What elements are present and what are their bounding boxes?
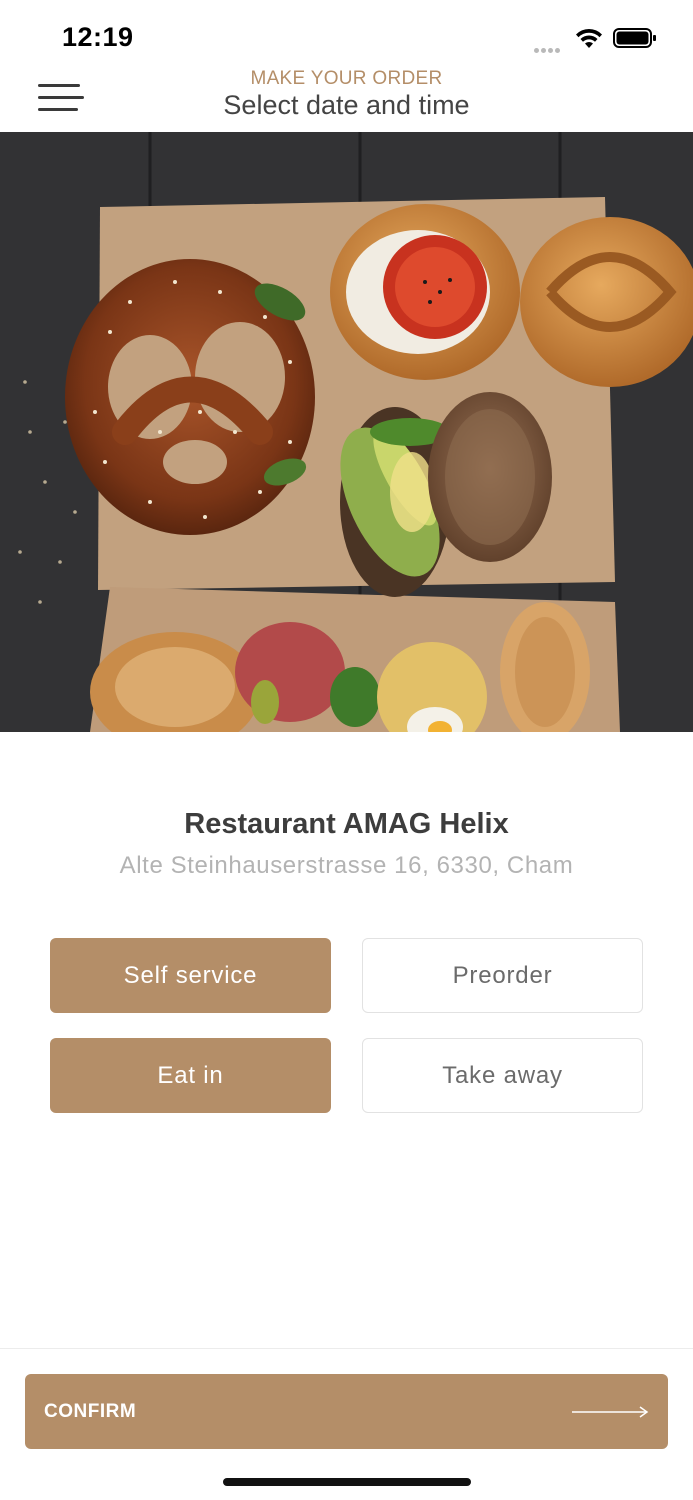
page-title: Select date and time bbox=[223, 90, 470, 120]
preorder-button[interactable]: Preorder bbox=[362, 938, 643, 1013]
wifi-icon bbox=[576, 28, 602, 48]
status-bar: 12:19 bbox=[0, 0, 693, 66]
arrow-right-icon bbox=[572, 1406, 649, 1418]
eat-in-button[interactable]: Eat in bbox=[50, 1038, 331, 1113]
restaurant-name: Restaurant AMAG Helix bbox=[184, 808, 509, 840]
cellular-signal-icon bbox=[534, 40, 566, 53]
hero-food-image bbox=[0, 132, 693, 732]
self-service-button[interactable]: Self service bbox=[50, 938, 331, 1013]
confirm-label: CONFIRM bbox=[44, 1401, 137, 1422]
battery-icon bbox=[613, 28, 656, 48]
restaurant-address: Alte Steinhauserstrasse 16, 6330, Cham bbox=[119, 852, 574, 879]
confirm-button[interactable]: CONFIRM bbox=[25, 1374, 668, 1449]
home-indicator bbox=[223, 1478, 471, 1486]
footer-divider bbox=[0, 1348, 693, 1349]
take-away-button[interactable]: Take away bbox=[362, 1038, 643, 1113]
status-time: 12:19 bbox=[62, 22, 134, 52]
page-subtitle: MAKE YOUR ORDER bbox=[250, 68, 443, 89]
app-header: MAKE YOUR ORDER Select date and time bbox=[0, 66, 693, 133]
